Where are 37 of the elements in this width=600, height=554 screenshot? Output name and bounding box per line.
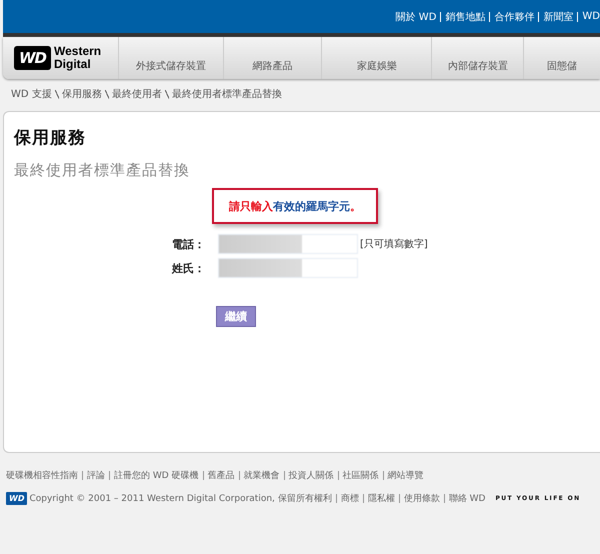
- footer-link[interactable]: 使用條款: [404, 492, 440, 505]
- field-label: 姓氏：: [172, 260, 206, 276]
- nav-tab[interactable]: 固態儲: [523, 37, 600, 79]
- input-field[interactable]: [218, 234, 358, 254]
- top-nav-link[interactable]: WD: [582, 11, 600, 22]
- field-hint: [只可填寫數字]: [360, 238, 429, 251]
- footer-link[interactable]: 評論: [87, 469, 105, 482]
- breadcrumb-link[interactable]: WD 支援: [11, 87, 52, 101]
- continue-button[interactable]: 繼續: [216, 306, 256, 327]
- footer-link[interactable]: 就業機會: [244, 469, 280, 482]
- breadcrumb-link[interactable]: 保用服務: [62, 87, 102, 101]
- field-label: 電話：: [172, 236, 206, 252]
- input-field[interactable]: [218, 258, 358, 278]
- nav-tab[interactable]: 內部儲存裝置: [431, 37, 524, 79]
- breadcrumb-link[interactable]: 最終使用者: [112, 87, 162, 101]
- footer-link[interactable]: 註冊您的 WD 硬碟機: [114, 469, 199, 482]
- footer-link[interactable]: 商標: [340, 492, 359, 505]
- footer-link[interactable]: 網站導覽: [388, 469, 424, 482]
- footer-link[interactable]: 舊產品: [208, 469, 235, 482]
- page-title: 保用服務: [14, 127, 87, 149]
- footer-link[interactable]: 隱私權: [368, 492, 395, 505]
- breadcrumb-link[interactable]: 最終使用者標準產品替換: [172, 87, 282, 101]
- footer-link[interactable]: 硬碟機相容性指南: [6, 469, 78, 482]
- top-nav-link[interactable]: 新聞室: [543, 10, 574, 24]
- top-nav-link[interactable]: 銷售地點: [445, 10, 486, 24]
- footer-link[interactable]: 投資人關係: [288, 469, 334, 482]
- page-subtitle: 最終使用者標準產品替換: [14, 161, 191, 180]
- logo: WD: [6, 492, 28, 505]
- footer-link[interactable]: 聯絡 WD: [448, 492, 486, 505]
- footer-link[interactable]: 社區關係: [342, 469, 379, 482]
- nav-tab[interactable]: 網路產品: [222, 37, 322, 79]
- copyright-text: Copyright © 2001 – 2011 Western Digital Corporation, 保留所有權利: [29, 492, 332, 505]
- top-nav-link[interactable]: 合作夥伴: [494, 10, 534, 24]
- nav-tab[interactable]: 家庭娛樂: [321, 37, 432, 79]
- top-nav-link[interactable]: 關於 WD: [396, 10, 436, 24]
- error-message: 請只輸入有效的羅馬字元。: [212, 188, 378, 224]
- nav-tab[interactable]: 外接式儲存裝置: [118, 37, 223, 79]
